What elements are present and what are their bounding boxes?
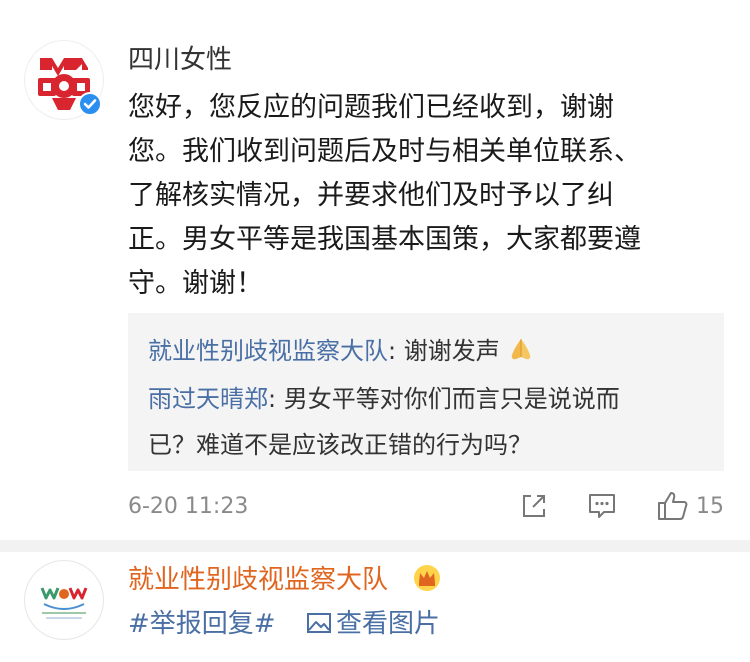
comment-icon[interactable] xyxy=(586,490,618,526)
comment-line: 您好，您反应的问题我们已经收到，谢谢 xyxy=(128,92,614,123)
reply-item[interactable]: 就业性别歧视监察大队: 谢谢发声 xyxy=(148,331,535,366)
reply-author[interactable]: 就业性别歧视监察大队 xyxy=(148,337,388,365)
comment-line: 守。谢谢！ xyxy=(128,268,263,299)
reply-item[interactable]: 雨过天晴郑: 男女平等对你们而言只是说说而 xyxy=(148,379,620,414)
reply-author[interactable]: 雨过天晴郑 xyxy=(148,385,268,413)
post-author[interactable]: 就业性别歧视监察大队 xyxy=(128,562,388,598)
reply-text: 男女平等对你们而言只是说说而 xyxy=(283,385,620,413)
thumbs-up-icon[interactable] xyxy=(656,490,690,526)
verified-badge-icon xyxy=(78,92,102,116)
avatar[interactable] xyxy=(24,560,104,640)
comment-body: 您好，您反应的问题我们已经收到，谢谢 您。我们收到问题后及时与相关单位联系、 了… xyxy=(128,86,718,306)
comment-line: 了解核实情况，并要求他们及时予以了纠 xyxy=(128,180,614,211)
comment-author[interactable]: 四川女性 xyxy=(128,40,232,80)
praying-hands-emoji-icon xyxy=(512,339,531,360)
comment-timestamp: 6-20 11:23 xyxy=(128,494,249,519)
reply-text-continued: 已？难道不是应该改正错的行为吗？ xyxy=(148,431,532,459)
share-icon[interactable] xyxy=(518,490,550,526)
reply-text: 谢谢发声 xyxy=(403,337,500,365)
comment-line: 正。男女平等是我国基本国策，大家都要遵 xyxy=(128,224,641,255)
replies-box[interactable]: 就业性别歧视监察大队: 谢谢发声 雨过天晴郑: 男女平等对你们而言只是说说而 已… xyxy=(128,313,724,471)
wow-logo xyxy=(26,562,102,638)
topic-hashtag[interactable]: #举报回复# xyxy=(128,606,276,642)
section-divider xyxy=(0,540,750,552)
like-count: 15 xyxy=(696,494,724,519)
crown-icon xyxy=(412,564,442,596)
reply-separator: : xyxy=(268,385,284,413)
view-image-link[interactable]: 查看图片 xyxy=(306,606,440,642)
comment-line: 您。我们收到问题后及时与相关单位联系、 xyxy=(128,136,641,167)
view-image-label: 查看图片 xyxy=(336,609,441,639)
reply-separator: : xyxy=(388,337,404,365)
image-icon xyxy=(307,613,331,633)
